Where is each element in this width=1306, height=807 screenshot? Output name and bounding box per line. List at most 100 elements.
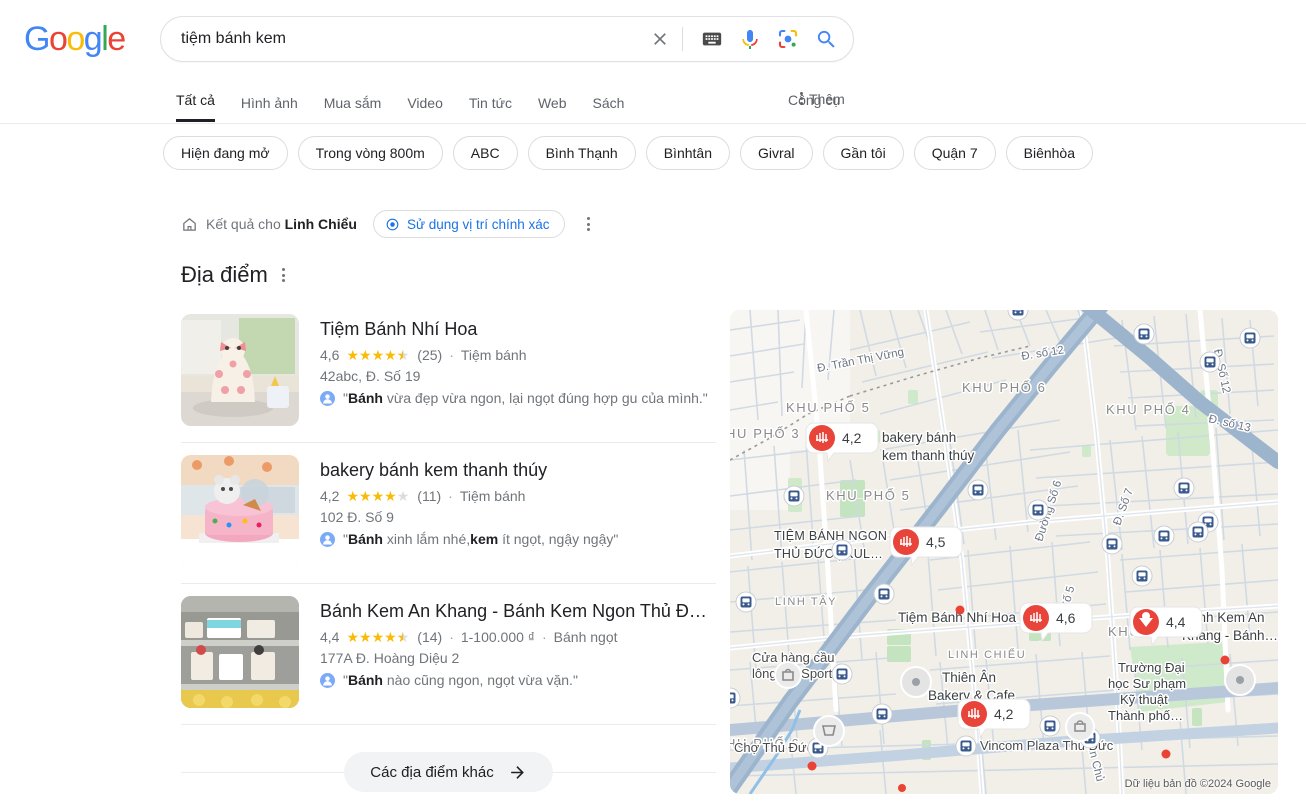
place-address: 177A Đ. Hoàng Diệu 2	[320, 650, 460, 666]
filter-chip-4[interactable]: Bình Thạnh	[527, 136, 636, 170]
more-places-button[interactable]: Các địa điểm khác	[344, 752, 553, 792]
place-name[interactable]: Tiệm Bánh Nhí Hoa	[320, 318, 716, 340]
place-name[interactable]: bakery bánh kem thanh thúy	[320, 459, 716, 481]
places-options-kebab[interactable]	[281, 266, 285, 285]
google-search-results-page: Google tiệm bánh kem Tất cả Hình ảnh Mua…	[0, 0, 1306, 807]
filter-chip-6[interactable]: Givral	[739, 136, 813, 170]
star-icon: ★	[397, 348, 410, 362]
location-prefix: Kết quả cho	[206, 216, 285, 232]
svg-text:4,2: 4,2	[842, 430, 862, 446]
google-lens-icon[interactable]	[774, 25, 802, 53]
star-icon: ★	[346, 629, 360, 645]
svg-text:LINH TÂY: LINH TÂY	[775, 595, 837, 608]
divider-right	[552, 771, 716, 773]
divider-left	[181, 771, 345, 773]
svg-text:Chợ Thủ Đức: Chợ Thủ Đức	[734, 740, 814, 755]
filter-chip-9[interactable]: Biênhòa	[1005, 136, 1094, 170]
place-thumbnail[interactable]	[181, 596, 299, 708]
place-thumbnail[interactable]	[181, 314, 299, 426]
quote-text: "Bánh vừa đẹp vừa ngon, lại ngọt đúng hợ…	[343, 390, 708, 406]
tools-button[interactable]: Công cụ	[788, 78, 840, 108]
reviewer-avatar-icon	[320, 673, 335, 691]
filter-chip-3[interactable]: ABC	[452, 136, 518, 170]
filter-chip-5[interactable]: Bìnhtân	[645, 136, 730, 170]
rating-value: 4,2	[320, 488, 340, 504]
home-icon	[181, 216, 198, 233]
search-divider	[682, 27, 683, 51]
svg-text:KHU PHỐ 5: KHU PHỐ 5	[786, 400, 870, 415]
logo-letter: G	[24, 20, 50, 58]
use-precise-location-label: Sử dụng vị trí chính xác	[406, 216, 550, 232]
place-address: 102 Đ. Số 9	[320, 509, 394, 525]
star-icon: ★	[384, 488, 397, 504]
separator: ·	[449, 347, 454, 363]
star-icon: ★	[384, 347, 397, 363]
place-review-quote: "Bánh nào cũng ngon, ngọt vừa vặn."	[320, 672, 716, 691]
tab-5[interactable]: Tin tức	[469, 95, 512, 122]
star-icon: ★	[396, 488, 410, 504]
search-input[interactable]	[181, 30, 644, 48]
place-thumbnail[interactable]	[181, 455, 299, 567]
map-canvas: Đ. Trần Thị Vững Đ. số 12 Đ. Số 12 Đ. số…	[730, 310, 1278, 794]
place-category: Tiệm bánh	[460, 347, 527, 363]
use-precise-location-button[interactable]: Sử dụng vị trí chính xác	[372, 210, 565, 238]
target-icon	[386, 218, 399, 230]
search-icon[interactable]	[812, 25, 840, 53]
logo-letter: o	[48, 20, 68, 58]
svg-text:KHU PHỐ 5: KHU PHỐ 5	[826, 488, 910, 503]
star-icon: ★	[359, 629, 372, 645]
place-details: Bánh Kem An Khang - Bánh Kem Ngon Thủ Đ……	[320, 596, 716, 708]
quote-text: "Bánh xinh lắm nhé,kem ít ngọt, ngậy ngậ…	[343, 531, 619, 547]
tab-3[interactable]: Mua sắm	[324, 95, 382, 122]
tab-6[interactable]: Web	[538, 95, 567, 122]
star-icon: ★	[359, 488, 372, 504]
keyboard-icon[interactable]	[698, 25, 726, 53]
place-result-3[interactable]: Bánh Kem An Khang - Bánh Kem Ngon Thủ Đ……	[181, 584, 716, 725]
separator: ·	[449, 629, 454, 645]
svg-text:4,6: 4,6	[1056, 610, 1076, 626]
location-place: Linh Chiểu	[284, 216, 357, 232]
place-rating-row: 4,6★★★★★ (25)·Tiệm bánh	[320, 347, 716, 363]
reviewer-avatar-icon	[320, 532, 335, 550]
tab-7[interactable]: Sách	[593, 95, 625, 122]
svg-text:Thiên Ân: Thiên Ân	[942, 670, 996, 685]
filter-chips: Hiện đang mở Trong vòng 800m ABC Bình Thạnh…	[163, 136, 1094, 170]
reviewer-avatar-icon	[320, 391, 335, 409]
page-header: Google	[0, 0, 1306, 78]
svg-text:kem thanh thúy: kem thanh thúy	[882, 448, 975, 463]
place-name[interactable]: Bánh Kem An Khang - Bánh Kem Ngon Thủ Đ…	[320, 600, 716, 622]
clear-icon[interactable]	[644, 23, 676, 55]
tab-4[interactable]: Video	[407, 95, 443, 122]
location-options-kebab[interactable]	[586, 215, 590, 234]
nav-tab-list: Tất cả Hình ảnh Mua sắm Video Tin tức Web Sách	[176, 78, 650, 122]
map-panel[interactable]: Đ. Trần Thị Vững Đ. số 12 Đ. Số 12 Đ. số…	[730, 310, 1278, 794]
svg-text:Trường Đại: Trường Đại	[1118, 660, 1185, 675]
star-icon: ★	[346, 347, 360, 363]
place-result-2[interactable]: bakery bánh kem thanh thúy 4,2 ★ ★ ★ ★ ★ (11) ·…	[181, 443, 716, 584]
filter-chip-1[interactable]: Hiện đang mở	[163, 136, 288, 170]
rating-stars: ★ ★ ★ ★ ★	[346, 489, 409, 503]
rating-value: 4,6	[320, 347, 340, 363]
svg-text:4,2: 4,2	[994, 706, 1014, 722]
review-count: (11)	[417, 488, 442, 504]
tab-1[interactable]: Tất cả	[176, 92, 215, 122]
star-icon: ★	[397, 630, 410, 644]
filter-chip-8[interactable]: Quận 7	[913, 136, 996, 170]
filter-chip-7[interactable]: Gần tôi	[822, 136, 904, 170]
svg-text:Thành phố…: Thành phố…	[1108, 708, 1183, 723]
place-details: Tiệm Bánh Nhí Hoa4,6★★★★★ (25)·Tiệm bánh…	[320, 314, 716, 426]
more-places-row: Các địa điểm khác	[181, 752, 716, 792]
microphone-icon[interactable]	[736, 25, 764, 53]
tab-2[interactable]: Hình ảnh	[241, 95, 298, 122]
separator: ·	[448, 488, 453, 504]
place-result-1[interactable]: Tiệm Bánh Nhí Hoa4,6★★★★★ (25)·Tiệm bánh…	[181, 308, 716, 443]
filter-chip-2[interactable]: Trong vòng 800m	[297, 136, 443, 170]
svg-text:LINH CHIỂU: LINH CHIỂU	[948, 648, 1026, 661]
google-logo[interactable]: Google	[24, 20, 126, 58]
page-title: Địa điểm	[181, 262, 268, 287]
search-bar[interactable]	[160, 16, 854, 62]
places-header: Địa điểm	[181, 262, 285, 288]
location-text: Kết quả cho Linh Chiểu	[206, 216, 357, 232]
review-count: (14)	[417, 629, 443, 645]
rating-stars: ★ ★ ★ ★ ★	[346, 348, 409, 362]
